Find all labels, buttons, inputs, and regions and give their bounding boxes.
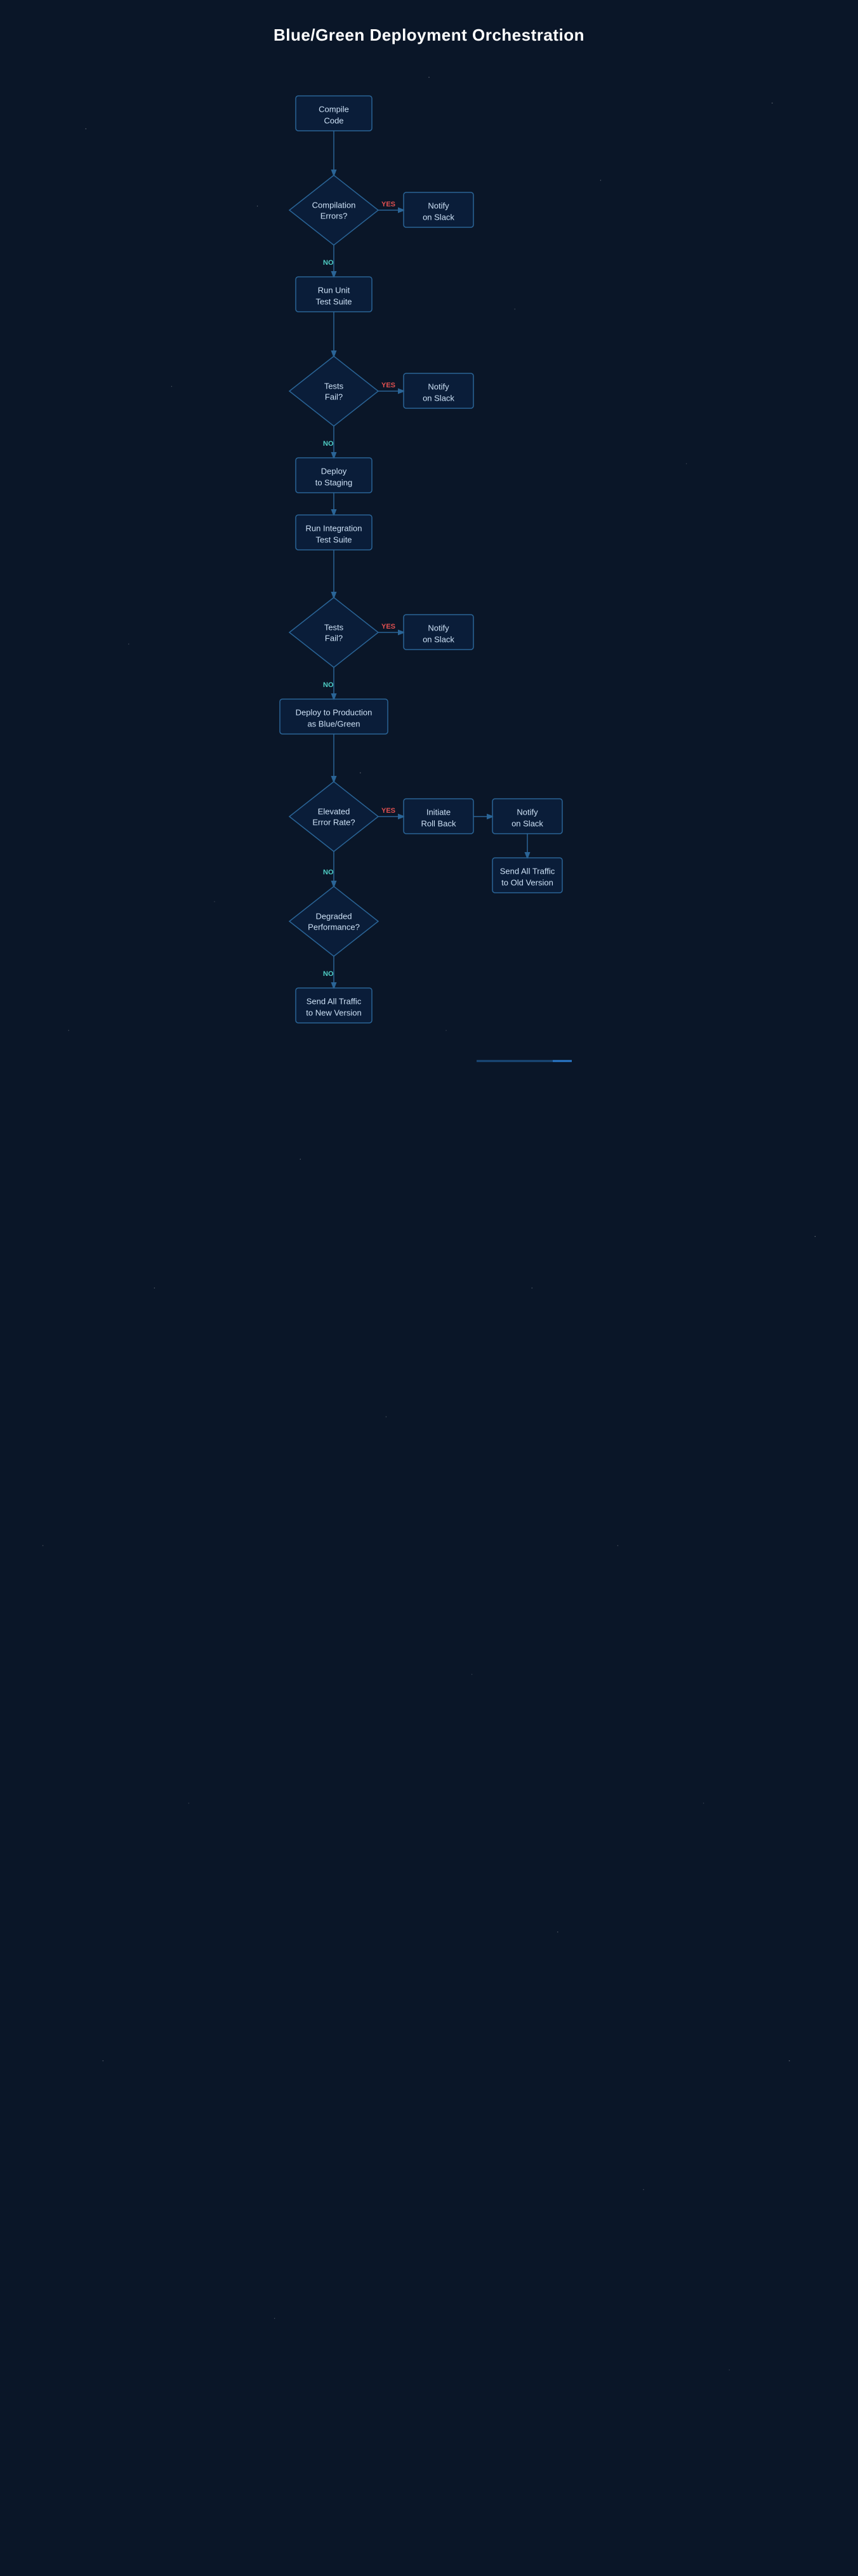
notify-slack-3-label1: Notify	[428, 623, 449, 632]
notify-slack-3-label2: on Slack	[423, 634, 454, 644]
tests-fail-2-node	[289, 597, 378, 667]
yes-label-4: YES	[381, 807, 395, 815]
no-label-4: NO	[323, 869, 334, 876]
compilation-errors-label1: Compilation	[312, 200, 356, 210]
tests-fail-1-label1: Tests	[324, 381, 344, 390]
compilation-errors-label2: Errors?	[320, 211, 348, 220]
no-label-1: NO	[323, 259, 334, 267]
deploy-production-label1: Deploy to Production	[296, 707, 373, 717]
compile-code-label: Compile	[319, 104, 349, 114]
notify-slack-1-label1: Notify	[428, 201, 449, 210]
run-unit-test-label1: Run Unit	[318, 285, 350, 295]
tests-fail-1-label2: Fail?	[325, 392, 343, 401]
initiate-rollback-label2: Roll Back	[421, 818, 456, 828]
run-integration-label1: Run Integration	[306, 523, 362, 533]
notify-slack-4-label1: Notify	[517, 807, 538, 817]
run-unit-test-label2: Test Suite	[315, 297, 352, 306]
compilation-errors-node	[289, 175, 378, 245]
send-traffic-new-label2: to New Version	[306, 1008, 361, 1017]
tests-fail-2-label1: Tests	[324, 622, 344, 632]
tests-fail-1-node	[289, 356, 378, 426]
send-traffic-old-label1: Send All Traffic	[500, 866, 555, 876]
yes-label-1: YES	[381, 201, 395, 208]
page-container: Blue/Green Deployment Orchestration Comp…	[261, 0, 597, 2553]
compile-code-label2: Code	[324, 116, 343, 125]
page-title: Blue/Green Deployment Orchestration	[261, 25, 597, 45]
no-label-3: NO	[323, 681, 334, 689]
initiate-rollback-label1: Initiate	[426, 807, 451, 817]
degraded-perf-label2: Performance?	[308, 922, 360, 931]
tests-fail-2-label2: Fail?	[325, 633, 343, 643]
notify-slack-2-label1: Notify	[428, 382, 449, 391]
flowchart: Compile Code Compilation Errors? YES Not…	[261, 77, 597, 2490]
yes-label-3: YES	[381, 623, 395, 631]
degraded-perf-label1: Degraded	[315, 911, 352, 921]
degraded-perf-node	[289, 886, 378, 956]
deploy-production-label2: as Blue/Green	[307, 719, 360, 728]
notify-slack-4-label2: on Slack	[512, 818, 543, 828]
notify-slack-1-label2: on Slack	[423, 212, 454, 222]
yes-label-2: YES	[381, 382, 395, 389]
notify-slack-2-label2: on Slack	[423, 393, 454, 403]
elevated-error-label1: Elevated	[318, 806, 350, 816]
deploy-staging-label2: to Staging	[315, 477, 353, 487]
elevated-error-node	[289, 782, 378, 851]
send-traffic-old-label2: to Old Version	[501, 878, 553, 887]
elevated-error-label2: Error Rate?	[312, 817, 355, 827]
run-integration-label2: Test Suite	[315, 535, 352, 544]
deploy-staging-label1: Deploy	[321, 466, 347, 476]
no-label-5: NO	[323, 970, 334, 978]
send-traffic-new-label1: Send All Traffic	[307, 996, 362, 1006]
no-label-2: NO	[323, 440, 334, 448]
